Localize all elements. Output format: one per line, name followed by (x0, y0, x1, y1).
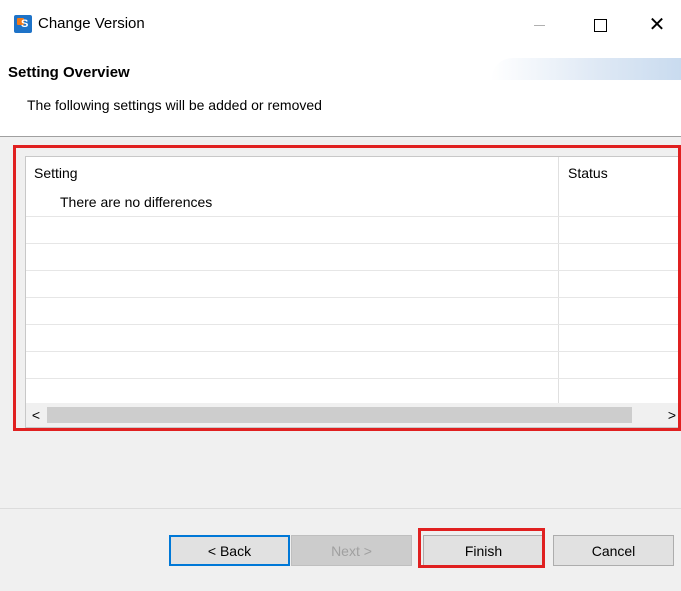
minimize-icon (533, 24, 545, 26)
maximize-icon (593, 18, 607, 32)
wizard-header: Setting Overview The following settings … (0, 50, 681, 136)
back-button[interactable]: < Back (169, 535, 290, 566)
cancel-button[interactable]: Cancel (553, 535, 674, 566)
next-button[interactable]: Next > (291, 535, 412, 566)
table-highlight-annotation (13, 145, 681, 431)
app-icon (14, 15, 32, 33)
window-title: Change Version (38, 15, 145, 32)
page-description: The following settings will be added or … (27, 97, 322, 113)
title-bar: Change Version ✕ (0, 0, 681, 50)
page-title: Setting Overview (8, 64, 130, 81)
maximize-button[interactable] (577, 8, 623, 42)
finish-highlight-annotation (418, 528, 545, 568)
close-button[interactable]: ✕ (634, 8, 680, 42)
close-icon: ✕ (648, 14, 666, 36)
minimize-button[interactable] (516, 8, 562, 42)
header-banner-decoration (491, 58, 681, 80)
